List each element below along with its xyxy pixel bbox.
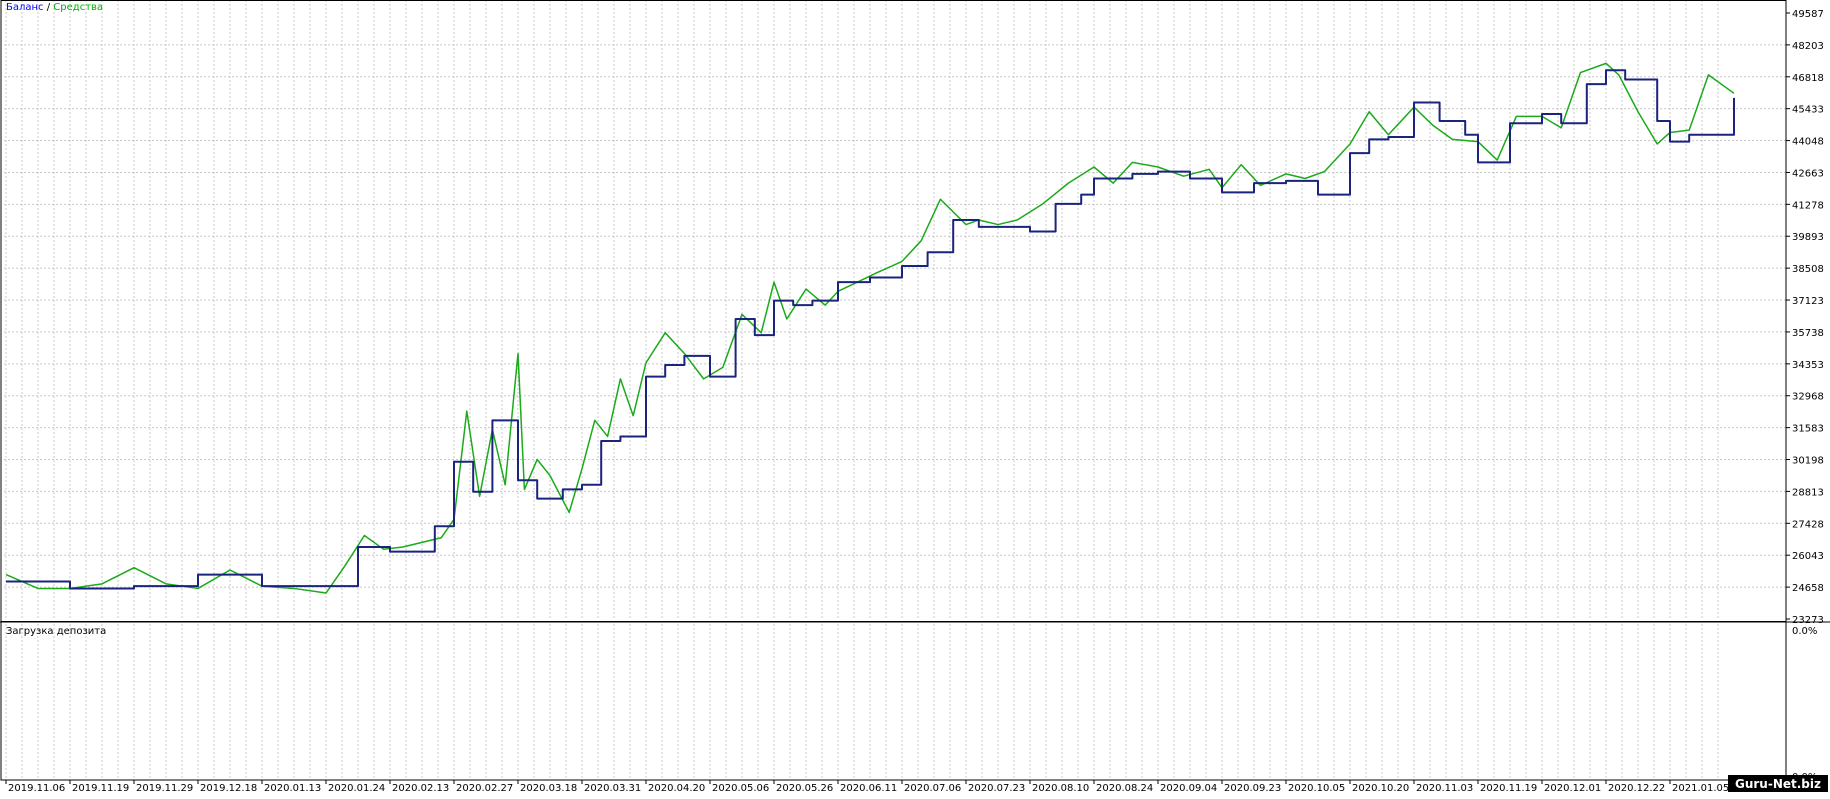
x-tick-label: 2020.02.27 bbox=[456, 783, 513, 794]
y-tick-label: 38508 bbox=[1792, 264, 1824, 275]
x-tick-label: 2019.12.18 bbox=[200, 783, 257, 794]
y-tick-label: 41278 bbox=[1792, 200, 1824, 211]
y-tick-label: 32968 bbox=[1792, 392, 1824, 403]
y-tick-label: 28813 bbox=[1792, 487, 1824, 498]
x-tick-label: 2021.01.05 bbox=[1672, 783, 1729, 794]
chart-frame bbox=[0, 0, 1830, 781]
x-tick-label: 2020.02.13 bbox=[392, 783, 449, 794]
y-tick-label: 27428 bbox=[1792, 519, 1824, 530]
x-axis-ticks: 2019.11.06 2019.11.19 2019.11.29 2019.12.18… bbox=[5, 780, 1729, 794]
x-tick-label: 2020.04.20 bbox=[648, 783, 705, 794]
x-tick-label: 2020.07.06 bbox=[904, 783, 961, 794]
legend-balance: Баланс bbox=[6, 2, 44, 13]
legend-separator: / bbox=[47, 2, 51, 13]
x-tick-label: 2020.11.03 bbox=[1416, 783, 1473, 794]
subwindow-border bbox=[0, 621, 1787, 781]
x-tick-label: 2020.01.13 bbox=[264, 783, 321, 794]
x-tick-label: 2020.06.11 bbox=[840, 783, 897, 794]
y-tick-label: 49587 bbox=[1792, 9, 1824, 20]
y-axis-ticks: 49587 48203 46818 45433 44048 42663 41278 39893… bbox=[1786, 9, 1824, 626]
main-plot-border bbox=[0, 0, 1787, 622]
x-tick-label: 2020.08.10 bbox=[1032, 783, 1089, 794]
y-tick-label: 44048 bbox=[1792, 137, 1824, 148]
x-tick-label: 2020.05.06 bbox=[712, 783, 769, 794]
watermark: Guru-Net.biz bbox=[1735, 777, 1821, 791]
y-tick-label: 23273 bbox=[1792, 615, 1824, 626]
x-tick-label: 2020.12.01 bbox=[1544, 783, 1601, 794]
x-tick-label: 2019.11.29 bbox=[136, 783, 193, 794]
x-tick-label: 2020.03.18 bbox=[520, 783, 577, 794]
y-tick-label: 26043 bbox=[1792, 551, 1824, 562]
legend-equity: Средства bbox=[53, 2, 103, 13]
x-tick-label: 2020.09.04 bbox=[1160, 783, 1217, 794]
y-tick-label: 39893 bbox=[1792, 232, 1824, 243]
legend: Баланс / Средства bbox=[6, 2, 103, 13]
x-tick-label: 2020.01.24 bbox=[328, 783, 385, 794]
y-tick-label: 31583 bbox=[1792, 424, 1824, 435]
y-tick-label: 48203 bbox=[1792, 41, 1824, 52]
y-tick-label: 46818 bbox=[1792, 73, 1824, 84]
x-tick-label: 2019.11.06 bbox=[8, 783, 65, 794]
x-tick-label: 2020.11.19 bbox=[1480, 783, 1537, 794]
y-tick-label: 24658 bbox=[1792, 583, 1824, 594]
x-tick-label: 2020.09.23 bbox=[1224, 783, 1281, 794]
x-tick-label: 2020.05.26 bbox=[776, 783, 833, 794]
x-tick-label: 2019.11.19 bbox=[72, 783, 129, 794]
y-tick-label: 35738 bbox=[1792, 328, 1824, 339]
x-tick-label: 2020.08.24 bbox=[1096, 783, 1153, 794]
y-tick-label: 30198 bbox=[1792, 456, 1824, 467]
x-tick-label: 2020.03.31 bbox=[584, 783, 641, 794]
chart: 49587 48203 46818 45433 44048 42663 41278 39893… bbox=[0, 0, 1830, 794]
x-tick-label: 2020.07.23 bbox=[968, 783, 1025, 794]
x-tick-label: 2020.12.22 bbox=[1608, 783, 1665, 794]
x-tick-label: 2020.10.05 bbox=[1288, 783, 1345, 794]
y-tick-label: 34353 bbox=[1792, 360, 1824, 371]
subwindow-y-tick-top: 0.0% bbox=[1792, 626, 1817, 637]
y-tick-label: 37123 bbox=[1792, 296, 1824, 307]
x-tick-label: 2020.10.20 bbox=[1352, 783, 1409, 794]
y-tick-label: 45433 bbox=[1792, 105, 1824, 116]
subwindow-title: Загрузка депозита bbox=[6, 626, 106, 637]
y-tick-label: 42663 bbox=[1792, 168, 1824, 179]
